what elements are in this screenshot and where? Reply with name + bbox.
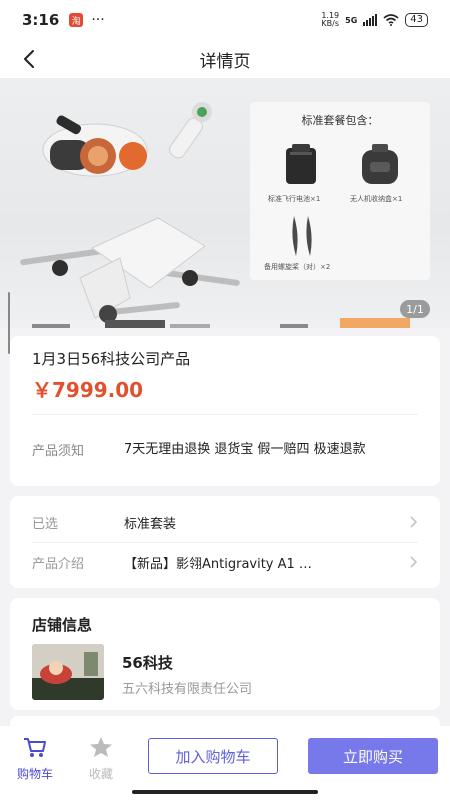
goggles-image — [42, 115, 148, 177]
options-card: 已选 标准套装 产品介绍 【新品】影翎Antigravity A1 … — [10, 496, 440, 588]
selected-spec-row[interactable]: 已选 标准套装 — [32, 502, 418, 542]
bottom-action-bar: 购物车 收藏 加入购物车 立即购买 — [0, 726, 450, 800]
shop-info-card[interactable]: 店铺信息 56科技 五六科技有限责任公司 — [10, 598, 440, 710]
buy-now-button[interactable]: 立即购买 — [308, 738, 438, 774]
divider — [32, 414, 418, 415]
network-speed: 1.19 KB/s — [321, 12, 339, 28]
storage-case-icon — [362, 144, 398, 184]
product-intro-label: 产品介绍 — [32, 556, 85, 572]
favorite-tab-label: 收藏 — [88, 767, 113, 781]
product-intro-row[interactable]: 产品介绍 【新品】影翎Antigravity A1 … — [32, 542, 418, 582]
chevron-right-icon — [410, 556, 417, 568]
next-card-edge — [10, 716, 440, 726]
package-item-label: 备用螺旋桨（对）×2 — [264, 263, 331, 271]
nav-bar: 详情页 — [0, 40, 450, 78]
home-indicator — [132, 790, 318, 794]
notice-text: 7天无理由退换 退货宝 假一赔四 极速退款 — [124, 442, 366, 457]
shop-section-title: 店铺信息 — [32, 616, 93, 634]
product-price: ￥7999.00 — [32, 378, 144, 402]
banner-price-strip — [32, 318, 410, 328]
product-intro-value: 【新品】影翎Antigravity A1 … — [124, 556, 312, 572]
shop-company: 五六科技有限责任公司 — [122, 682, 253, 697]
shop-name: 56科技 — [122, 654, 173, 672]
package-title: 标准套餐包含： — [301, 114, 379, 127]
status-time: 3:16 — [22, 11, 60, 29]
image-pager: 1/1 — [400, 300, 430, 318]
selected-spec-label: 已选 — [32, 516, 59, 532]
propeller-icon — [292, 216, 312, 256]
battery-indicator: 43 — [405, 13, 428, 27]
product-banner[interactable]: 标准套餐包含： 标准飞行电池×1 无人机收纳盒×1 备用螺旋桨（对）×2 — [0, 78, 450, 328]
notice-label: 产品须知 — [32, 444, 85, 459]
wifi-icon — [383, 14, 399, 26]
drone-image — [20, 102, 240, 328]
status-right: 1.19 KB/s 5G 43 — [321, 12, 428, 28]
package-contents-box: 标准套餐包含： 标准飞行电池×1 无人机收纳盒×1 备用螺旋桨（对）×2 — [250, 102, 430, 280]
star-icon — [90, 737, 112, 757]
package-item-label: 无人机收纳盒×1 — [350, 195, 403, 203]
battery-icon — [286, 144, 316, 184]
cart-tab[interactable]: 购物车 — [10, 736, 60, 782]
chevron-left-icon — [24, 50, 34, 68]
page-title: 详情页 — [199, 51, 251, 72]
more-notifications-icon: ··· — [91, 12, 105, 28]
cart-icon — [24, 738, 46, 757]
product-name: 1月3日56科技公司产品 — [32, 350, 191, 368]
chevron-right-icon — [410, 516, 417, 528]
signal-icon — [363, 14, 378, 26]
status-bar: 3:16 淘 ··· 1.19 KB/s 5G 43 — [0, 0, 450, 40]
network-speed-unit: KB/s — [321, 19, 340, 28]
favorite-tab[interactable]: 收藏 — [76, 736, 126, 782]
selected-spec-value: 标准套装 — [124, 516, 177, 532]
product-info-card: 1月3日56科技公司产品 ￥7999.00 产品须知 7天无理由退换 退货宝 假… — [10, 336, 440, 486]
controller-image — [169, 102, 212, 159]
back-button[interactable] — [14, 44, 44, 74]
network-type: 5G — [345, 15, 358, 25]
add-to-cart-button[interactable]: 加入购物车 — [148, 738, 278, 774]
drone-body — [20, 217, 240, 328]
shop-logo — [32, 644, 104, 700]
package-item-label: 标准飞行电池×1 — [268, 195, 321, 203]
cart-tab-label: 购物车 — [16, 767, 53, 781]
notification-icon: 淘 — [69, 13, 84, 27]
